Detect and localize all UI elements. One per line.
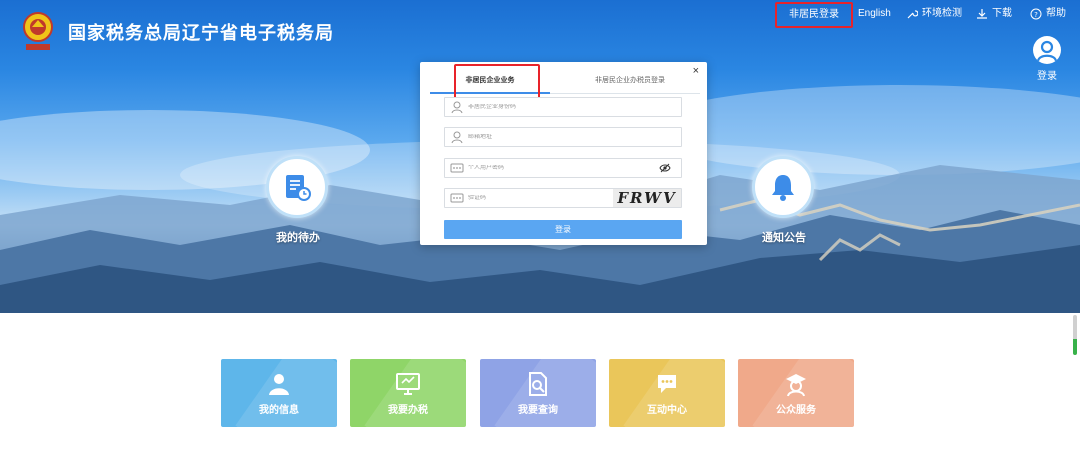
my-info-label: 我的信息 — [259, 404, 299, 416]
query-label: 我要查询 — [518, 404, 558, 416]
user-icon — [451, 131, 463, 144]
svg-text:?: ? — [1034, 11, 1038, 19]
password-field[interactable] — [444, 158, 682, 178]
file-tax-tile[interactable]: 我要办税 — [350, 359, 466, 427]
captcha-image[interactable]: FRWV — [613, 189, 681, 207]
download-icon — [977, 9, 987, 19]
top-bar: 国家税务总局辽宁省电子税务局 非居民登录 English 环境检测 下载 ? 帮… — [0, 0, 1080, 82]
non-resident-login-link[interactable]: 非居民登录 — [775, 2, 853, 28]
my-info-tile[interactable]: 我的信息 — [221, 359, 337, 427]
tax-emblem-icon — [23, 12, 53, 50]
english-link[interactable]: English — [858, 4, 891, 24]
environment-check-link[interactable]: 环境检测 — [906, 4, 962, 24]
interaction-center-label: 互动中心 — [647, 404, 687, 416]
captcha-field[interactable]: FRWV — [444, 188, 682, 208]
monitor-icon — [396, 372, 420, 395]
public-service-tile[interactable]: 公众服务 — [738, 359, 854, 427]
download-link[interactable]: 下载 — [976, 4, 1012, 24]
interaction-center-tile[interactable]: 互动中心 — [609, 359, 725, 427]
notice-button[interactable] — [752, 156, 814, 218]
my-todo-label: 我的待办 — [276, 232, 320, 244]
captcha-input[interactable] — [468, 195, 618, 201]
search-document-icon — [529, 371, 547, 396]
email-field[interactable] — [444, 127, 682, 147]
enterprise-id-input[interactable] — [468, 104, 618, 110]
avatar[interactable] — [1033, 36, 1061, 64]
my-todo-button[interactable] — [266, 156, 328, 218]
download-label: 下载 — [992, 8, 1012, 19]
login-dialog: × 非居民企业业务 非居民企业办税员登录 FRWV 登录 — [420, 62, 707, 245]
chat-icon — [658, 374, 676, 393]
help-label: 帮助 — [1046, 8, 1066, 19]
wrench-icon — [907, 10, 918, 19]
query-tile[interactable]: 我要查询 — [480, 359, 596, 427]
login-label: 登录 — [1037, 71, 1057, 82]
service-icon — [786, 373, 806, 396]
enterprise-id-field[interactable] — [444, 97, 682, 117]
password-dots-icon — [450, 193, 464, 203]
question-circle-icon: ? — [1030, 8, 1042, 20]
user-icon — [451, 101, 463, 114]
login-button[interactable]: 登录 — [444, 220, 682, 239]
password-dots-icon — [450, 163, 464, 173]
user-avatar-icon — [1036, 40, 1058, 62]
eye-slash-icon[interactable] — [659, 163, 671, 173]
notice-label: 通知公告 — [762, 232, 806, 244]
password-input[interactable] — [468, 165, 618, 171]
bell-icon — [772, 175, 794, 201]
user-icon — [269, 373, 289, 395]
document-clock-icon — [286, 175, 311, 201]
english-label: English — [858, 8, 891, 19]
public-service-label: 公众服务 — [776, 404, 816, 416]
non-resident-login-label: 非居民登录 — [789, 9, 839, 20]
site-title: 国家税务总局辽宁省电子税务局 — [68, 23, 334, 43]
page-scrollbar[interactable] — [1073, 315, 1077, 355]
tab-agent-login[interactable]: 非居民企业办税员登录 — [560, 68, 700, 94]
user-login-entry[interactable]: 登录 — [1030, 36, 1064, 82]
help-link[interactable]: ? 帮助 — [1030, 4, 1066, 24]
email-input[interactable] — [468, 134, 618, 140]
file-tax-label: 我要办税 — [388, 404, 428, 416]
environment-check-label: 环境检测 — [922, 8, 962, 19]
